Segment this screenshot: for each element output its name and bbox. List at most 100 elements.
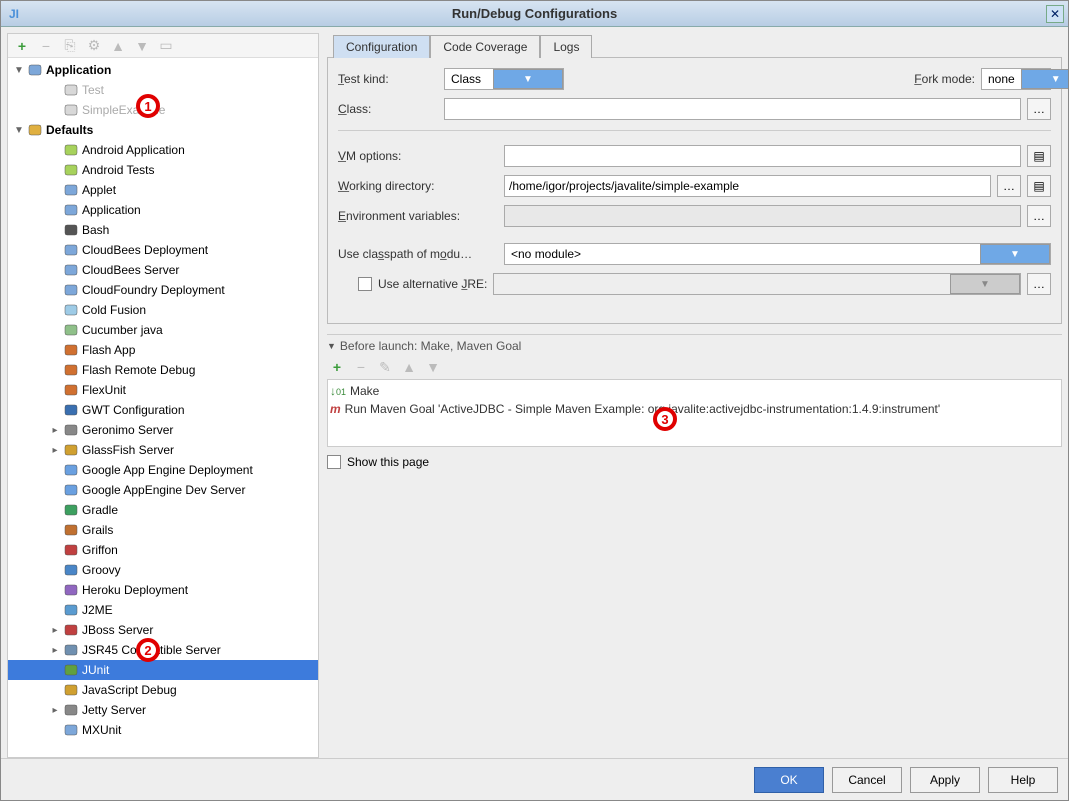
- close-button[interactable]: ✕: [1046, 5, 1064, 23]
- tree-item-label: CloudBees Deployment: [80, 243, 208, 257]
- config-tree[interactable]: 1 2 ▼ApplicationTestSimpleExample▼Defaul…: [8, 58, 318, 757]
- apply-button[interactable]: Apply: [910, 767, 980, 793]
- tree-item[interactable]: ▸GlassFish Server: [8, 440, 318, 460]
- help-button[interactable]: Help: [988, 767, 1058, 793]
- tree-item[interactable]: CloudBees Deployment: [8, 240, 318, 260]
- vm-options-input[interactable]: [504, 145, 1021, 167]
- tree-item[interactable]: ▸Jetty Server: [8, 700, 318, 720]
- folder-icon[interactable]: ▭: [158, 38, 174, 54]
- tree-item[interactable]: Android Tests: [8, 160, 318, 180]
- working-dir-input[interactable]: [504, 175, 991, 197]
- before-launch-item[interactable]: mRun Maven Goal 'ActiveJDBC - Simple Mav…: [330, 400, 1059, 418]
- tree-item[interactable]: Flash App: [8, 340, 318, 360]
- before-launch-list[interactable]: ↓01MakemRun Maven Goal 'ActiveJDBC - Sim…: [327, 379, 1062, 447]
- test-kind-label: Test kind:: [338, 72, 438, 86]
- class-input[interactable]: [444, 98, 1021, 120]
- tree-item-label: Defaults: [44, 123, 93, 137]
- tree-item[interactable]: Cucumber java: [8, 320, 318, 340]
- make-icon: ↓01: [330, 384, 346, 398]
- tree-item[interactable]: ▸JSR45 Compatible Server: [8, 640, 318, 660]
- working-dir-vars-button[interactable]: ▤: [1027, 175, 1051, 197]
- tab-code-coverage[interactable]: Code Coverage: [430, 35, 540, 58]
- tree-item-label: Geronimo Server: [80, 423, 173, 437]
- maven-icon: m: [330, 402, 341, 416]
- vm-options-label: VM options:: [338, 149, 498, 163]
- add-icon[interactable]: +: [14, 38, 30, 54]
- tree-item-label: Groovy: [80, 563, 121, 577]
- tree-item[interactable]: Google App Engine Deployment: [8, 460, 318, 480]
- tree-item[interactable]: Android Application: [8, 140, 318, 160]
- class-browse-button[interactable]: …: [1027, 98, 1051, 120]
- tree-item[interactable]: Bash: [8, 220, 318, 240]
- tree-item[interactable]: Flash Remote Debug: [8, 360, 318, 380]
- tree-item-label: JavaScript Debug: [80, 683, 177, 697]
- fork-mode-select[interactable]: none▼: [981, 68, 1051, 90]
- tree-item[interactable]: Heroku Deployment: [8, 580, 318, 600]
- alt-jre-checkbox[interactable]: [358, 277, 372, 291]
- alt-jre-label: Use alternative JRE:: [378, 277, 487, 291]
- tree-item[interactable]: SimpleExample: [8, 100, 318, 120]
- tree-item[interactable]: GWT Configuration: [8, 400, 318, 420]
- tree-item-label: Application: [44, 63, 111, 77]
- tree-item[interactable]: Cold Fusion: [8, 300, 318, 320]
- tree-item[interactable]: Gradle: [8, 500, 318, 520]
- tree-item[interactable]: ▼Application: [8, 60, 318, 80]
- before-launch-header[interactable]: ▼ Before launch: Make, Maven Goal: [327, 339, 1062, 353]
- bl-remove-icon[interactable]: −: [353, 359, 369, 375]
- tree-item-label: Google App Engine Deployment: [80, 463, 253, 477]
- settings-icon[interactable]: ⚙: [86, 38, 102, 54]
- bl-up-icon[interactable]: ▲: [401, 359, 417, 375]
- tree-item-label: Flash App: [80, 343, 135, 357]
- tree-item[interactable]: ▼Defaults: [8, 120, 318, 140]
- tree-item[interactable]: JavaScript Debug: [8, 680, 318, 700]
- tab-logs[interactable]: Logs: [540, 35, 592, 58]
- move-up-icon[interactable]: ▲: [110, 38, 126, 54]
- tree-item[interactable]: Groovy: [8, 560, 318, 580]
- config-toolbar: + − ⎘ ⚙ ▲ ▼ ▭: [8, 34, 318, 58]
- show-page-checkbox[interactable]: [327, 455, 341, 469]
- tree-item[interactable]: CloudFoundry Deployment: [8, 280, 318, 300]
- tree-item-label: Jetty Server: [80, 703, 146, 717]
- before-launch-item[interactable]: ↓01Make: [330, 382, 1059, 400]
- alt-jre-select[interactable]: ▼: [493, 273, 1021, 295]
- tree-item-label: Bash: [80, 223, 109, 237]
- move-down-icon[interactable]: ▼: [134, 38, 150, 54]
- env-vars-label: Environment variables:: [338, 209, 498, 223]
- bl-down-icon[interactable]: ▼: [425, 359, 441, 375]
- copy-icon[interactable]: ⎘: [62, 38, 78, 54]
- cancel-button[interactable]: Cancel: [832, 767, 902, 793]
- tree-item[interactable]: FlexUnit: [8, 380, 318, 400]
- tree-item-label: GWT Configuration: [80, 403, 185, 417]
- tree-item[interactable]: J2ME: [8, 600, 318, 620]
- test-kind-select[interactable]: Class▼: [444, 68, 564, 90]
- tree-item-label: Gradle: [80, 503, 118, 517]
- bl-edit-icon[interactable]: ✎: [377, 359, 393, 375]
- tree-item[interactable]: Application: [8, 200, 318, 220]
- tree-item[interactable]: Test: [8, 80, 318, 100]
- env-vars-input[interactable]: [504, 205, 1021, 227]
- tree-item[interactable]: Griffon: [8, 540, 318, 560]
- tree-item[interactable]: JUnit: [8, 660, 318, 680]
- ok-button[interactable]: OK: [754, 767, 824, 793]
- tree-item[interactable]: CloudBees Server: [8, 260, 318, 280]
- tab-configuration[interactable]: Configuration: [333, 35, 430, 58]
- working-dir-browse-button[interactable]: …: [997, 175, 1021, 197]
- tree-item[interactable]: Grails: [8, 520, 318, 540]
- tree-item[interactable]: Applet: [8, 180, 318, 200]
- show-page-label: Show this page: [347, 455, 429, 469]
- classpath-select[interactable]: <no module>▼: [504, 243, 1051, 265]
- tree-item[interactable]: Google AppEngine Dev Server: [8, 480, 318, 500]
- vm-options-expand-button[interactable]: ▤: [1027, 145, 1051, 167]
- env-vars-edit-button[interactable]: …: [1027, 205, 1051, 227]
- remove-icon[interactable]: −: [38, 38, 54, 54]
- callout-2: 2: [136, 638, 160, 662]
- tree-item[interactable]: ▸Geronimo Server: [8, 420, 318, 440]
- tree-item[interactable]: MXUnit: [8, 720, 318, 740]
- bl-add-icon[interactable]: +: [329, 359, 345, 375]
- before-launch-title: Before launch: Make, Maven Goal: [340, 339, 521, 353]
- tree-item[interactable]: ▸JBoss Server: [8, 620, 318, 640]
- tree-item-label: Android Tests: [80, 163, 155, 177]
- tree-item-label: JBoss Server: [80, 623, 153, 637]
- tree-item-label: Griffon: [80, 543, 118, 557]
- alt-jre-browse-button[interactable]: …: [1027, 273, 1051, 295]
